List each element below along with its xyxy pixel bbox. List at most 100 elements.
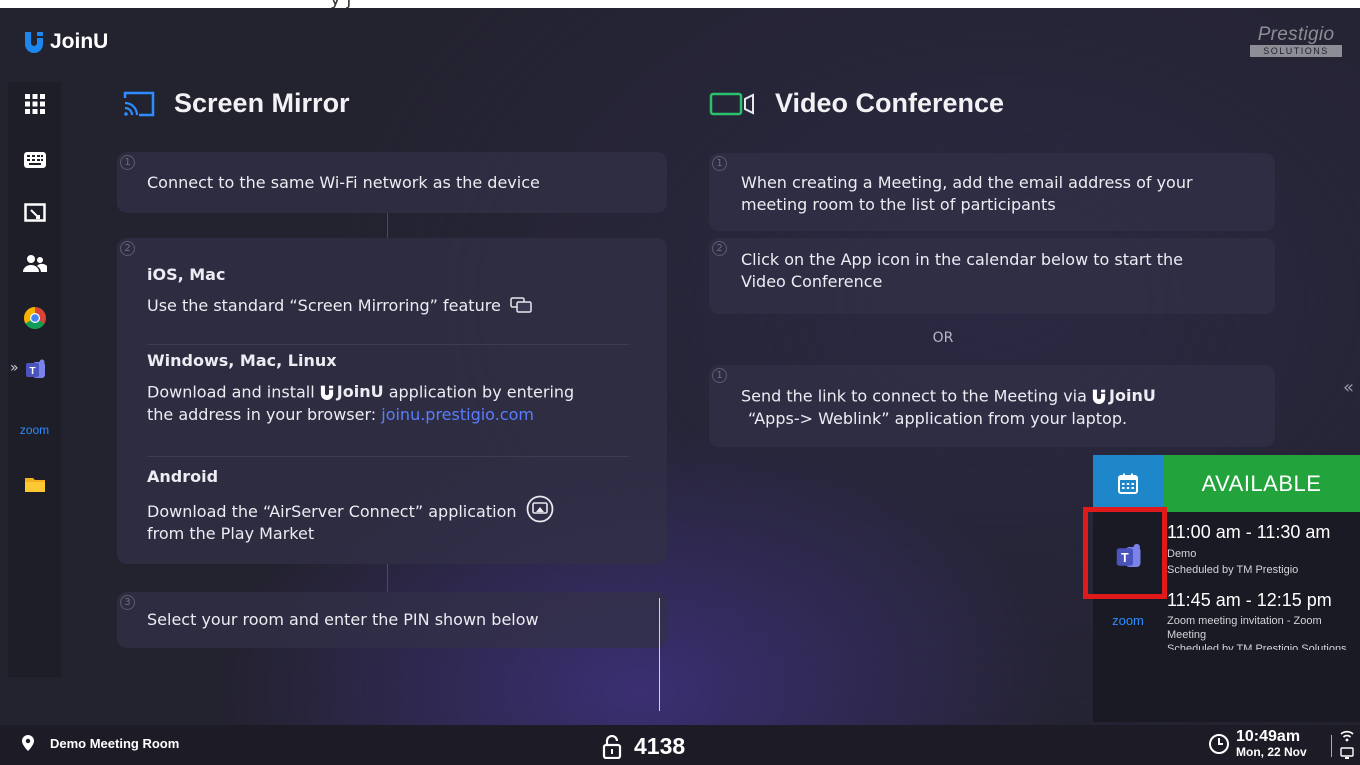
collapse-panel-icon[interactable]: «	[1343, 377, 1354, 398]
unlock-icon	[602, 734, 622, 759]
joinu-inline-name: JoinU	[336, 382, 384, 401]
chrome-icon[interactable]	[8, 300, 61, 336]
meeting-2-title-b: Meeting	[1167, 629, 1207, 641]
meeting-2-organizer: Scheduled by TM Prestigio Solutions	[1167, 643, 1347, 650]
android-text: Download the “AirServer Connect” applica…	[147, 495, 657, 545]
vc-alt-text: Send the link to connect to the Meeting …	[741, 385, 1156, 430]
joinu-inline-logo: JoinU	[1092, 385, 1156, 407]
joinu-logo-icon	[25, 32, 43, 53]
divider	[1331, 735, 1332, 757]
location-pin-icon	[22, 735, 34, 751]
vendor-name: Prestigio	[1257, 24, 1335, 45]
ios-title: iOS, Mac	[147, 265, 226, 284]
android-text-a: Download the “AirServer Connect” applica…	[147, 502, 517, 521]
vc-step-2-card: 2 Click on the App icon in the calendar …	[709, 238, 1275, 314]
meeting-1-time: 11:00 am - 11:30 am	[1167, 522, 1331, 542]
ios-text-label: Use the standard “Screen Mirroring” feat…	[147, 296, 501, 315]
vendor-logo: Prestigio SOLUTIONS	[1250, 24, 1342, 57]
zoom-label: zoom	[19, 423, 50, 437]
meeting-2-time: 11:45 am - 12:15 pm	[1167, 590, 1332, 610]
room-name: Demo Meeting Room	[22, 735, 179, 751]
clock: 10:49am Mon, 22 Nov	[1208, 728, 1307, 759]
vc-step-1-text-a: When creating a Meeting, add the email a…	[741, 173, 1193, 192]
clock-icon	[1209, 733, 1229, 754]
joinu-logo-icon	[320, 385, 333, 400]
zoom-meeting-label: zoom	[1112, 612, 1144, 628]
windows-text-a: Download and install	[147, 382, 315, 402]
step-number: 2	[712, 241, 727, 256]
vc-alt-text-b: “Apps-> Weblink” application from your l…	[748, 408, 1128, 428]
app-sidebar: » T zoom	[8, 82, 61, 677]
step-number: 1	[712, 368, 727, 383]
screen-mirror-title: Screen Mirror	[122, 88, 350, 119]
meeting-1-organizer: Scheduled by TM Prestigio	[1167, 564, 1299, 576]
pin-code: 4138	[634, 733, 686, 759]
folder-icon[interactable]	[8, 466, 61, 502]
vc-step-1-card: 1 When creating a Meeting, add the email…	[709, 153, 1275, 231]
windows-title: Windows, Mac, Linux	[147, 351, 337, 370]
room-pin: 4138	[602, 733, 685, 760]
divider	[147, 456, 629, 457]
or-separator: OR	[932, 330, 954, 346]
windows-text-c: the address in your browser:	[147, 404, 377, 424]
video-conference-title-text: Video Conference	[775, 88, 1005, 118]
airserver-icon	[526, 495, 553, 523]
users-icon[interactable]	[8, 246, 61, 282]
vc-step-1-text: When creating a Meeting, add the email a…	[741, 172, 1193, 216]
mirror-step-1-card: 1 Connect to the same Wi-Fi network as t…	[117, 152, 667, 213]
apps-grid-icon[interactable]	[8, 86, 61, 122]
meeting-2-title-a: Zoom meeting invitation - Zoom	[1167, 615, 1322, 627]
selected-meeting-highlight	[1083, 507, 1167, 599]
cast-icon	[123, 91, 155, 116]
video-camera-icon	[709, 92, 754, 115]
vendor-sub: SOLUTIONS	[1250, 45, 1342, 57]
screen-mirror-title-text: Screen Mirror	[174, 88, 350, 118]
mirror-step-3-text: Select your room and enter the PIN shown…	[147, 610, 539, 629]
clock-time: 10:49am	[1236, 728, 1301, 745]
app-logo: JoinU	[24, 30, 108, 54]
ios-text: Use the standard “Screen Mirroring” feat…	[147, 295, 532, 317]
joinu-download-link[interactable]: joinu.prestigio.com	[381, 405, 534, 424]
network-status[interactable]	[1339, 728, 1355, 765]
mirror-step-3-card: 3 Select your room and enter the PIN sho…	[117, 592, 667, 648]
keyboard-icon[interactable]	[8, 142, 61, 178]
display-icon	[1340, 747, 1354, 759]
top-cropped-strip: y j	[0, 0, 1360, 10]
mirror-step-1-text: Connect to the same Wi-Fi network as the…	[147, 173, 540, 192]
screen-annotate-icon[interactable]	[8, 196, 61, 232]
clock-date: Mon, 22 Nov	[1236, 745, 1307, 759]
meeting-1-title: Demo	[1167, 548, 1197, 560]
wifi-icon	[1340, 730, 1354, 742]
zoom-icon[interactable]: zoom	[8, 412, 61, 448]
divider	[147, 344, 629, 345]
step-number: 1	[120, 155, 135, 170]
zoom-meeting-icon[interactable]: zoom	[1093, 605, 1163, 635]
step-connector	[387, 213, 388, 238]
android-title: Android	[147, 467, 219, 486]
screen-mirroring-icon	[510, 297, 532, 313]
room-name-text: Demo Meeting Room	[50, 735, 180, 751]
joinu-logo-icon	[1092, 389, 1106, 404]
calendar-icon[interactable]	[1093, 455, 1163, 512]
svg-text:T: T	[29, 366, 35, 377]
vc-step-2-text-b: Video Conference	[741, 272, 883, 291]
vc-step-1-text-b: meeting room to the list of participants	[741, 195, 1056, 214]
expand-sidebar-icon[interactable]: »	[10, 360, 19, 376]
vc-step-2-text-a: Click on the App icon in the calendar be…	[741, 250, 1184, 269]
pin-connector	[659, 598, 660, 711]
step-number: 3	[120, 595, 135, 610]
vc-alt-text-a: Send the link to connect to the Meeting …	[741, 386, 1087, 406]
app-name: JoinU	[50, 30, 109, 53]
vc-step-2-text: Click on the App icon in the calendar be…	[741, 249, 1183, 293]
step-number: 2	[120, 241, 135, 256]
teams-icon[interactable]: » T	[8, 352, 61, 388]
windows-text: Download and install JoinU application b…	[147, 381, 657, 426]
mirror-step-2-card: 2 iOS, Mac Use the standard “Screen Mirr…	[117, 238, 667, 564]
joinu-inline-logo: JoinU	[320, 381, 384, 403]
cropped-text: y j	[330, 0, 351, 10]
video-conference-title: Video Conference	[709, 88, 1004, 119]
windows-text-b: application by entering	[388, 382, 575, 402]
room-status-badge: AVAILABLE	[1163, 455, 1360, 512]
vc-alt-card: 1 Send the link to connect to the Meetin…	[709, 365, 1275, 447]
android-text-b: from the Play Market	[147, 524, 315, 543]
